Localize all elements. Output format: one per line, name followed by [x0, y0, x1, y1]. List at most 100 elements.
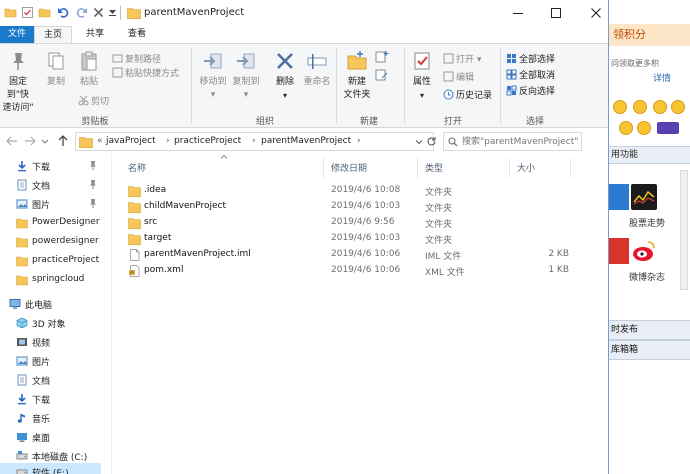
- search-input[interactable]: [462, 134, 580, 149]
- nav-item-3d-objects[interactable]: 3D 对象: [0, 314, 101, 332]
- pin-icon[interactable]: [89, 199, 97, 208]
- column-divider[interactable]: [509, 158, 510, 178]
- file-row[interactable]: pom.xml 2019/4/6 10:06 XML 文件 1 KB: [122, 263, 602, 279]
- column-divider[interactable]: [570, 158, 571, 178]
- emoji-icon[interactable]: [633, 100, 647, 114]
- nav-item-downloads[interactable]: 下载: [0, 157, 101, 175]
- redo-icon[interactable]: [75, 6, 88, 19]
- copy-path-button[interactable]: 复制路径: [112, 53, 161, 67]
- nav-item-documents[interactable]: 文档: [0, 176, 101, 194]
- properties-check-icon[interactable]: [21, 6, 34, 19]
- vertical-scrollbar[interactable]: [680, 170, 688, 290]
- pin-icon[interactable]: [89, 180, 97, 189]
- nav-item-pictures-pc[interactable]: 图片: [0, 352, 101, 370]
- tab-share[interactable]: 共享: [76, 26, 114, 43]
- new-folder-button[interactable]: 新建 文件夹: [341, 50, 373, 102]
- file-row[interactable]: parentMavenProject.iml 2019/4/6 10:06 IM…: [122, 247, 602, 263]
- select-all-button[interactable]: 全部选择: [506, 53, 555, 67]
- paste-shortcut-button[interactable]: 粘贴快捷方式: [112, 67, 179, 81]
- pin-quick-access-button[interactable]: 固定到"快 速访问": [0, 50, 38, 115]
- weibo-icon[interactable]: [631, 238, 657, 264]
- box-bar[interactable]: 库箱箱: [609, 340, 690, 360]
- nav-item-downloads-pc[interactable]: 下载: [0, 390, 101, 408]
- column-header-date[interactable]: 修改日期: [331, 161, 367, 174]
- tab-home[interactable]: 主页: [34, 26, 72, 43]
- column-divider[interactable]: [323, 158, 324, 178]
- file-row[interactable]: src 2019/4/6 9:56 文件夹: [122, 215, 602, 231]
- points-banner[interactable]: 领积分: [609, 24, 690, 46]
- copy-button[interactable]: 复制: [43, 50, 69, 89]
- search-box[interactable]: [443, 132, 582, 151]
- nav-item-powerdesigner[interactable]: powerdesigner: [0, 233, 101, 251]
- pin-icon[interactable]: [89, 161, 97, 170]
- cut-button[interactable]: 剪切: [78, 95, 109, 109]
- folder-icon[interactable]: [4, 6, 17, 19]
- nav-item-music[interactable]: 音乐: [0, 409, 101, 427]
- publish-bar[interactable]: 时发布: [609, 320, 690, 340]
- copy-to-button[interactable]: 复制到 ▾: [229, 50, 263, 102]
- nav-item-desktop[interactable]: 桌面: [0, 428, 101, 446]
- emoji-icon[interactable]: [671, 100, 685, 114]
- details-link[interactable]: 详情: [653, 71, 671, 84]
- points-link-text[interactable]: 问领取更多积: [609, 58, 690, 69]
- history-button[interactable]: 历史记录: [443, 89, 492, 103]
- emoji-icon[interactable]: [637, 121, 651, 135]
- nav-item-PowerDesigner[interactable]: PowerDesigner: [0, 214, 101, 232]
- rename-button[interactable]: 重命名: [301, 50, 333, 89]
- forward-arrow-icon[interactable]: [23, 134, 37, 148]
- app-tile-icon[interactable]: [609, 238, 629, 264]
- file-row[interactable]: childMavenProject 2019/4/6 10:03 文件夹: [122, 199, 602, 215]
- invert-selection-button[interactable]: 反向选择: [506, 85, 555, 99]
- breadcrumb-practiceProject[interactable]: practiceProject: [174, 136, 241, 146]
- breadcrumb-separator-icon[interactable]: ›: [166, 136, 170, 146]
- delete-x-icon[interactable]: [92, 6, 105, 19]
- file-row[interactable]: .idea 2019/4/6 10:08 文件夹: [122, 183, 602, 199]
- emoji-icon[interactable]: [613, 100, 627, 114]
- column-divider[interactable]: [417, 158, 418, 178]
- nav-item-drive-e[interactable]: 软件 (E:): [0, 463, 101, 474]
- brand-badge-icon[interactable]: [657, 122, 679, 134]
- group-label-clipboard: 剪贴板: [81, 117, 109, 127]
- column-header-name[interactable]: 名称: [128, 161, 146, 174]
- address-dropdown-chevron-icon[interactable]: [415, 138, 423, 146]
- delete-button[interactable]: 删除 ▾: [272, 50, 298, 103]
- move-to-button[interactable]: 移动到 ▾: [196, 50, 230, 102]
- edit-button[interactable]: 编辑: [443, 71, 474, 85]
- breadcrumb-parentMavenProject[interactable]: parentMavenProject: [261, 136, 351, 146]
- up-arrow-icon[interactable]: [56, 134, 70, 148]
- refresh-icon[interactable]: [426, 136, 437, 147]
- sort-chevron-up-icon[interactable]: [220, 154, 228, 159]
- select-none-button[interactable]: 全部取消: [506, 69, 555, 83]
- new-folder-icon[interactable]: [38, 6, 51, 19]
- nav-item-documents-pc[interactable]: 文档: [0, 371, 101, 389]
- tab-file[interactable]: 文件: [0, 26, 34, 43]
- new-item-icon[interactable]: [375, 50, 389, 64]
- open-button[interactable]: 打开 ▾: [443, 53, 481, 67]
- nav-item-springcloud[interactable]: springcloud: [0, 271, 101, 289]
- undo-icon[interactable]: [57, 6, 70, 19]
- emoji-icon[interactable]: [619, 121, 633, 135]
- properties-button[interactable]: 属性 ▾: [409, 50, 435, 103]
- app-tile-icon[interactable]: [609, 184, 629, 210]
- stock-chart-icon[interactable]: [631, 184, 657, 210]
- easy-access-icon[interactable]: [375, 68, 389, 82]
- chevron-down-icon[interactable]: [109, 10, 116, 16]
- back-arrow-icon[interactable]: [5, 134, 19, 148]
- breadcrumb-javaProject[interactable]: javaProject: [106, 136, 156, 146]
- breadcrumb-separator-icon[interactable]: ›: [357, 136, 361, 146]
- emoji-icon[interactable]: [653, 100, 667, 114]
- nav-item-practiceProject[interactable]: practiceProject: [0, 252, 101, 270]
- file-row[interactable]: target 2019/4/6 10:03 文件夹: [122, 231, 602, 247]
- nav-item-this-pc[interactable]: 此电脑: [0, 295, 101, 313]
- close-button[interactable]: [573, 0, 608, 26]
- breadcrumb-separator-icon[interactable]: ›: [252, 136, 256, 146]
- paste-button[interactable]: 粘贴: [75, 50, 103, 89]
- recent-locations-chevron-icon[interactable]: [41, 134, 49, 148]
- tab-view[interactable]: 查看: [118, 26, 156, 43]
- address-bar[interactable]: « javaProject › practiceProject › parent…: [75, 132, 434, 151]
- nav-item-videos[interactable]: 视频: [0, 333, 101, 351]
- nav-item-pictures[interactable]: 图片: [0, 195, 101, 213]
- column-header-type[interactable]: 类型: [425, 161, 443, 174]
- breadcrumb-overflow[interactable]: «: [97, 136, 103, 146]
- column-header-size[interactable]: 大小: [517, 161, 535, 174]
